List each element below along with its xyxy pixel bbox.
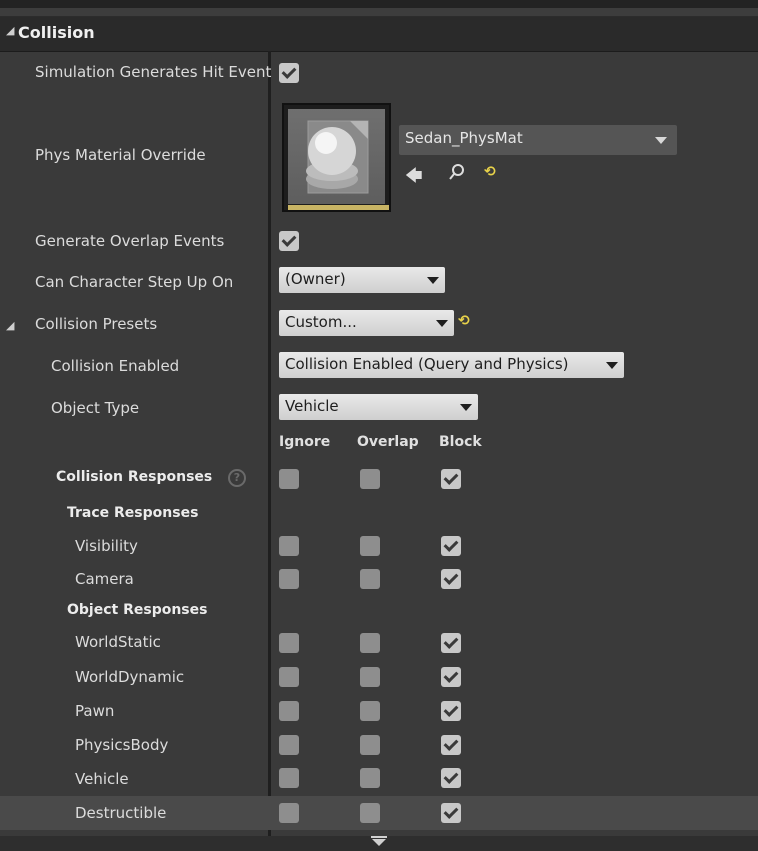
overlap-all-checkbox[interactable]	[360, 469, 380, 489]
trace-responses-label: Trace Responses	[67, 505, 199, 521]
camera-overlap-checkbox[interactable]	[360, 569, 380, 589]
chevron-down-icon	[427, 277, 439, 284]
chevron-down-icon	[436, 320, 448, 327]
collision-responses-label: Collision Responses	[56, 469, 213, 485]
response-label-vehicle: Vehicle	[75, 770, 129, 788]
collision-enabled-label: Collision Enabled	[51, 357, 180, 375]
column-splitter[interactable]	[268, 51, 271, 836]
chevron-down-icon	[606, 362, 618, 369]
presets-combo[interactable]: Custom...	[279, 310, 454, 336]
camera-ignore-checkbox[interactable]	[279, 569, 299, 589]
collision-enabled-combo[interactable]: Collision Enabled (Query and Physics)	[279, 352, 624, 378]
overlap-column-header: Overlap	[357, 434, 419, 450]
worldstatic-block-checkbox[interactable]	[441, 633, 461, 653]
worlddynamic-overlap-checkbox[interactable]	[360, 667, 380, 687]
phys-material-label: Phys Material Override	[35, 146, 206, 164]
object-responses-label: Object Responses	[67, 602, 208, 618]
object-type-combo[interactable]: Vehicle	[279, 394, 478, 420]
block-column-header: Block	[439, 434, 482, 450]
response-label-pawn: Pawn	[75, 702, 115, 720]
chevron-down-icon	[655, 137, 667, 144]
response-label-camera: Camera	[75, 570, 134, 588]
chevron-down-icon	[460, 404, 472, 411]
gen-overlap-label: Generate Overlap Events	[35, 232, 225, 250]
vehicle-block-checkbox[interactable]	[441, 768, 461, 788]
vehicle-ignore-checkbox[interactable]	[279, 768, 299, 788]
arrow-left-icon[interactable]: 🡄	[405, 163, 423, 192]
top-toolbar-strip	[0, 0, 758, 8]
physicsbody-overlap-checkbox[interactable]	[360, 735, 380, 755]
pawn-overlap-checkbox[interactable]	[360, 701, 380, 721]
pawn-block-checkbox[interactable]	[441, 701, 461, 721]
visibility-ignore-checkbox[interactable]	[279, 536, 299, 556]
physicsbody-block-checkbox[interactable]	[441, 735, 461, 755]
ignore-all-checkbox[interactable]	[279, 469, 299, 489]
phys-material-combo[interactable]: Sedan_PhysMat	[399, 125, 677, 155]
worlddynamic-block-checkbox[interactable]	[441, 667, 461, 687]
vehicle-overlap-checkbox[interactable]	[360, 768, 380, 788]
advanced-expander[interactable]	[0, 836, 758, 851]
gen-overlap-checkbox[interactable]	[279, 231, 299, 251]
sim-hit-label: Simulation Generates Hit Events	[35, 63, 272, 81]
phys-material-thumbnail[interactable]	[282, 103, 391, 212]
reset-to-default-icon[interactable]: ⟲	[458, 313, 470, 329]
chevron-down-icon	[372, 839, 386, 846]
thumbnail-asset-bar	[288, 205, 389, 210]
visibility-overlap-checkbox[interactable]	[360, 536, 380, 556]
sim-hit-checkbox[interactable]	[279, 63, 299, 83]
can-step-label: Can Character Step Up On	[35, 273, 234, 291]
presets-label: Collision Presets	[35, 315, 158, 333]
top-separator	[0, 8, 758, 17]
thumbnail-image	[288, 109, 389, 210]
help-icon[interactable]: ?	[228, 469, 246, 487]
ignore-column-header: Ignore	[279, 434, 331, 450]
worldstatic-overlap-checkbox[interactable]	[360, 633, 380, 653]
destructible-overlap-checkbox[interactable]	[360, 803, 380, 823]
destructible-ignore-checkbox[interactable]	[279, 803, 299, 823]
triangle-down-icon[interactable]: ◢	[6, 319, 14, 332]
search-icon[interactable]	[448, 163, 466, 185]
worlddynamic-ignore-checkbox[interactable]	[279, 667, 299, 687]
camera-block-checkbox[interactable]	[441, 569, 461, 589]
response-label-visibility: Visibility	[75, 537, 138, 555]
block-all-checkbox[interactable]	[441, 469, 461, 489]
destructible-block-checkbox[interactable]	[441, 803, 461, 823]
physicsbody-ignore-checkbox[interactable]	[279, 735, 299, 755]
response-label-physicsbody: PhysicsBody	[75, 736, 169, 754]
object-type-label: Object Type	[51, 399, 140, 417]
triangle-down-icon[interactable]: ◢	[6, 24, 14, 37]
can-step-combo[interactable]: (Owner)	[279, 267, 445, 293]
pawn-ignore-checkbox[interactable]	[279, 701, 299, 721]
section-title: Collision	[18, 23, 95, 42]
response-label-worldstatic: WorldStatic	[75, 633, 161, 651]
response-label-worlddynamic: WorldDynamic	[75, 668, 185, 686]
visibility-block-checkbox[interactable]	[441, 536, 461, 556]
response-label-destructible: Destructible	[75, 804, 167, 822]
reset-to-default-icon[interactable]: ⟲	[484, 164, 496, 180]
collision-section-header[interactable]: ◢ Collision	[0, 17, 758, 52]
sphere-icon	[306, 120, 369, 194]
worldstatic-ignore-checkbox[interactable]	[279, 633, 299, 653]
